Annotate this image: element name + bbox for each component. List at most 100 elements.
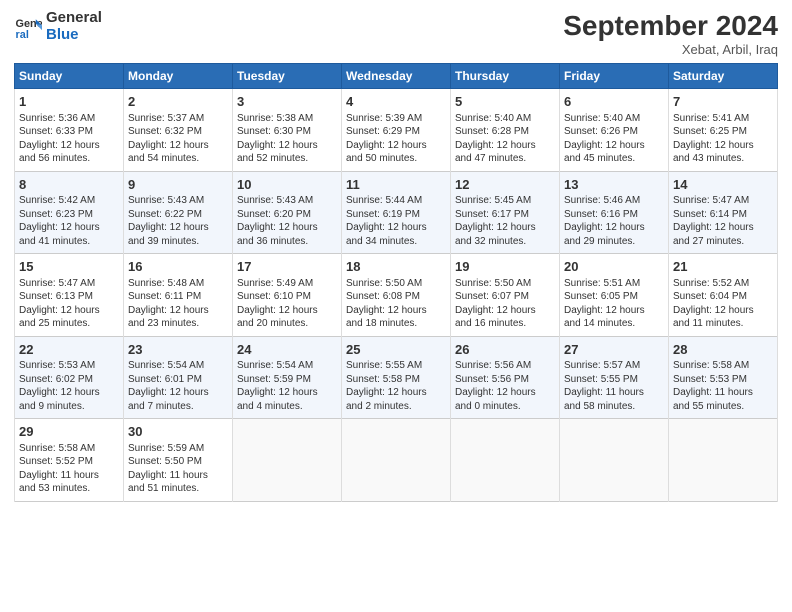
calendar-cell: 29Sunrise: 5:58 AM Sunset: 5:52 PM Dayli…	[15, 419, 124, 502]
day-number: 26	[455, 341, 555, 359]
day-number: 5	[455, 93, 555, 111]
calendar-cell: 3Sunrise: 5:38 AM Sunset: 6:30 PM Daylig…	[233, 89, 342, 172]
day-number: 10	[237, 176, 337, 194]
day-number: 6	[564, 93, 664, 111]
calendar-week-row: 8Sunrise: 5:42 AM Sunset: 6:23 PM Daylig…	[15, 171, 778, 254]
day-number: 3	[237, 93, 337, 111]
day-number: 7	[673, 93, 773, 111]
day-info: Sunrise: 5:51 AM Sunset: 6:05 PM Dayligh…	[564, 277, 664, 331]
day-number: 22	[19, 341, 119, 359]
day-info: Sunrise: 5:37 AM Sunset: 6:32 PM Dayligh…	[128, 112, 228, 166]
day-number: 9	[128, 176, 228, 194]
calendar-cell: 12Sunrise: 5:45 AM Sunset: 6:17 PM Dayli…	[451, 171, 560, 254]
day-info: Sunrise: 5:53 AM Sunset: 6:02 PM Dayligh…	[19, 359, 119, 413]
calendar-cell: 9Sunrise: 5:43 AM Sunset: 6:22 PM Daylig…	[124, 171, 233, 254]
location: Xebat, Arbil, Iraq	[563, 42, 778, 57]
day-info: Sunrise: 5:48 AM Sunset: 6:11 PM Dayligh…	[128, 277, 228, 331]
day-info: Sunrise: 5:45 AM Sunset: 6:17 PM Dayligh…	[455, 194, 555, 248]
calendar-cell: 20Sunrise: 5:51 AM Sunset: 6:05 PM Dayli…	[560, 254, 669, 337]
calendar-cell	[233, 419, 342, 502]
calendar-cell: 10Sunrise: 5:43 AM Sunset: 6:20 PM Dayli…	[233, 171, 342, 254]
calendar-body: 1Sunrise: 5:36 AM Sunset: 6:33 PM Daylig…	[15, 89, 778, 502]
calendar-header: SundayMondayTuesdayWednesdayThursdayFrid…	[15, 64, 778, 89]
calendar-week-row: 15Sunrise: 5:47 AM Sunset: 6:13 PM Dayli…	[15, 254, 778, 337]
page-container: Gene ral General Blue September 2024 Xeb…	[0, 0, 792, 512]
calendar-cell: 26Sunrise: 5:56 AM Sunset: 5:56 PM Dayli…	[451, 336, 560, 419]
day-info: Sunrise: 5:46 AM Sunset: 6:16 PM Dayligh…	[564, 194, 664, 248]
day-info: Sunrise: 5:41 AM Sunset: 6:25 PM Dayligh…	[673, 112, 773, 166]
calendar-cell: 17Sunrise: 5:49 AM Sunset: 6:10 PM Dayli…	[233, 254, 342, 337]
calendar-cell: 28Sunrise: 5:58 AM Sunset: 5:53 PM Dayli…	[669, 336, 778, 419]
day-number: 27	[564, 341, 664, 359]
day-info: Sunrise: 5:43 AM Sunset: 6:20 PM Dayligh…	[237, 194, 337, 248]
day-number: 15	[19, 258, 119, 276]
calendar-cell: 13Sunrise: 5:46 AM Sunset: 6:16 PM Dayli…	[560, 171, 669, 254]
weekday-header: Saturday	[669, 64, 778, 89]
day-info: Sunrise: 5:58 AM Sunset: 5:53 PM Dayligh…	[673, 359, 773, 413]
logo: Gene ral General Blue	[14, 10, 102, 43]
day-number: 11	[346, 176, 446, 194]
day-info: Sunrise: 5:54 AM Sunset: 5:59 PM Dayligh…	[237, 359, 337, 413]
day-number: 8	[19, 176, 119, 194]
day-info: Sunrise: 5:42 AM Sunset: 6:23 PM Dayligh…	[19, 194, 119, 248]
day-info: Sunrise: 5:40 AM Sunset: 6:28 PM Dayligh…	[455, 112, 555, 166]
calendar-cell: 16Sunrise: 5:48 AM Sunset: 6:11 PM Dayli…	[124, 254, 233, 337]
calendar-cell: 4Sunrise: 5:39 AM Sunset: 6:29 PM Daylig…	[342, 89, 451, 172]
day-number: 25	[346, 341, 446, 359]
day-info: Sunrise: 5:58 AM Sunset: 5:52 PM Dayligh…	[19, 442, 119, 496]
calendar-cell: 5Sunrise: 5:40 AM Sunset: 6:28 PM Daylig…	[451, 89, 560, 172]
weekday-header: Monday	[124, 64, 233, 89]
day-number: 16	[128, 258, 228, 276]
day-info: Sunrise: 5:40 AM Sunset: 6:26 PM Dayligh…	[564, 112, 664, 166]
day-info: Sunrise: 5:38 AM Sunset: 6:30 PM Dayligh…	[237, 112, 337, 166]
day-number: 20	[564, 258, 664, 276]
month-title: September 2024	[563, 10, 778, 42]
day-info: Sunrise: 5:59 AM Sunset: 5:50 PM Dayligh…	[128, 442, 228, 496]
day-number: 17	[237, 258, 337, 276]
calendar-cell: 18Sunrise: 5:50 AM Sunset: 6:08 PM Dayli…	[342, 254, 451, 337]
day-number: 24	[237, 341, 337, 359]
day-number: 12	[455, 176, 555, 194]
calendar-cell: 15Sunrise: 5:47 AM Sunset: 6:13 PM Dayli…	[15, 254, 124, 337]
day-info: Sunrise: 5:47 AM Sunset: 6:13 PM Dayligh…	[19, 277, 119, 331]
calendar-cell	[669, 419, 778, 502]
day-number: 21	[673, 258, 773, 276]
day-info: Sunrise: 5:50 AM Sunset: 6:08 PM Dayligh…	[346, 277, 446, 331]
weekday-header: Wednesday	[342, 64, 451, 89]
calendar-week-row: 29Sunrise: 5:58 AM Sunset: 5:52 PM Dayli…	[15, 419, 778, 502]
day-number: 23	[128, 341, 228, 359]
calendar-cell: 8Sunrise: 5:42 AM Sunset: 6:23 PM Daylig…	[15, 171, 124, 254]
day-number: 14	[673, 176, 773, 194]
calendar-cell: 19Sunrise: 5:50 AM Sunset: 6:07 PM Dayli…	[451, 254, 560, 337]
calendar-cell: 2Sunrise: 5:37 AM Sunset: 6:32 PM Daylig…	[124, 89, 233, 172]
logo-icon: Gene ral	[14, 13, 42, 41]
calendar-cell: 1Sunrise: 5:36 AM Sunset: 6:33 PM Daylig…	[15, 89, 124, 172]
day-info: Sunrise: 5:49 AM Sunset: 6:10 PM Dayligh…	[237, 277, 337, 331]
day-info: Sunrise: 5:52 AM Sunset: 6:04 PM Dayligh…	[673, 277, 773, 331]
calendar-cell	[560, 419, 669, 502]
day-info: Sunrise: 5:44 AM Sunset: 6:19 PM Dayligh…	[346, 194, 446, 248]
calendar-cell: 11Sunrise: 5:44 AM Sunset: 6:19 PM Dayli…	[342, 171, 451, 254]
day-number: 18	[346, 258, 446, 276]
header: Gene ral General Blue September 2024 Xeb…	[14, 10, 778, 57]
day-number: 2	[128, 93, 228, 111]
day-info: Sunrise: 5:43 AM Sunset: 6:22 PM Dayligh…	[128, 194, 228, 248]
logo-text-line1: General	[46, 10, 102, 27]
day-number: 13	[564, 176, 664, 194]
calendar-cell	[451, 419, 560, 502]
calendar-cell: 21Sunrise: 5:52 AM Sunset: 6:04 PM Dayli…	[669, 254, 778, 337]
calendar-cell: 24Sunrise: 5:54 AM Sunset: 5:59 PM Dayli…	[233, 336, 342, 419]
day-number: 29	[19, 423, 119, 441]
day-info: Sunrise: 5:57 AM Sunset: 5:55 PM Dayligh…	[564, 359, 664, 413]
day-info: Sunrise: 5:39 AM Sunset: 6:29 PM Dayligh…	[346, 112, 446, 166]
day-info: Sunrise: 5:55 AM Sunset: 5:58 PM Dayligh…	[346, 359, 446, 413]
calendar-cell	[342, 419, 451, 502]
calendar-cell: 23Sunrise: 5:54 AM Sunset: 6:01 PM Dayli…	[124, 336, 233, 419]
calendar-cell: 27Sunrise: 5:57 AM Sunset: 5:55 PM Dayli…	[560, 336, 669, 419]
calendar-week-row: 1Sunrise: 5:36 AM Sunset: 6:33 PM Daylig…	[15, 89, 778, 172]
day-info: Sunrise: 5:56 AM Sunset: 5:56 PM Dayligh…	[455, 359, 555, 413]
weekday-header: Friday	[560, 64, 669, 89]
day-info: Sunrise: 5:50 AM Sunset: 6:07 PM Dayligh…	[455, 277, 555, 331]
calendar-cell: 22Sunrise: 5:53 AM Sunset: 6:02 PM Dayli…	[15, 336, 124, 419]
day-info: Sunrise: 5:54 AM Sunset: 6:01 PM Dayligh…	[128, 359, 228, 413]
